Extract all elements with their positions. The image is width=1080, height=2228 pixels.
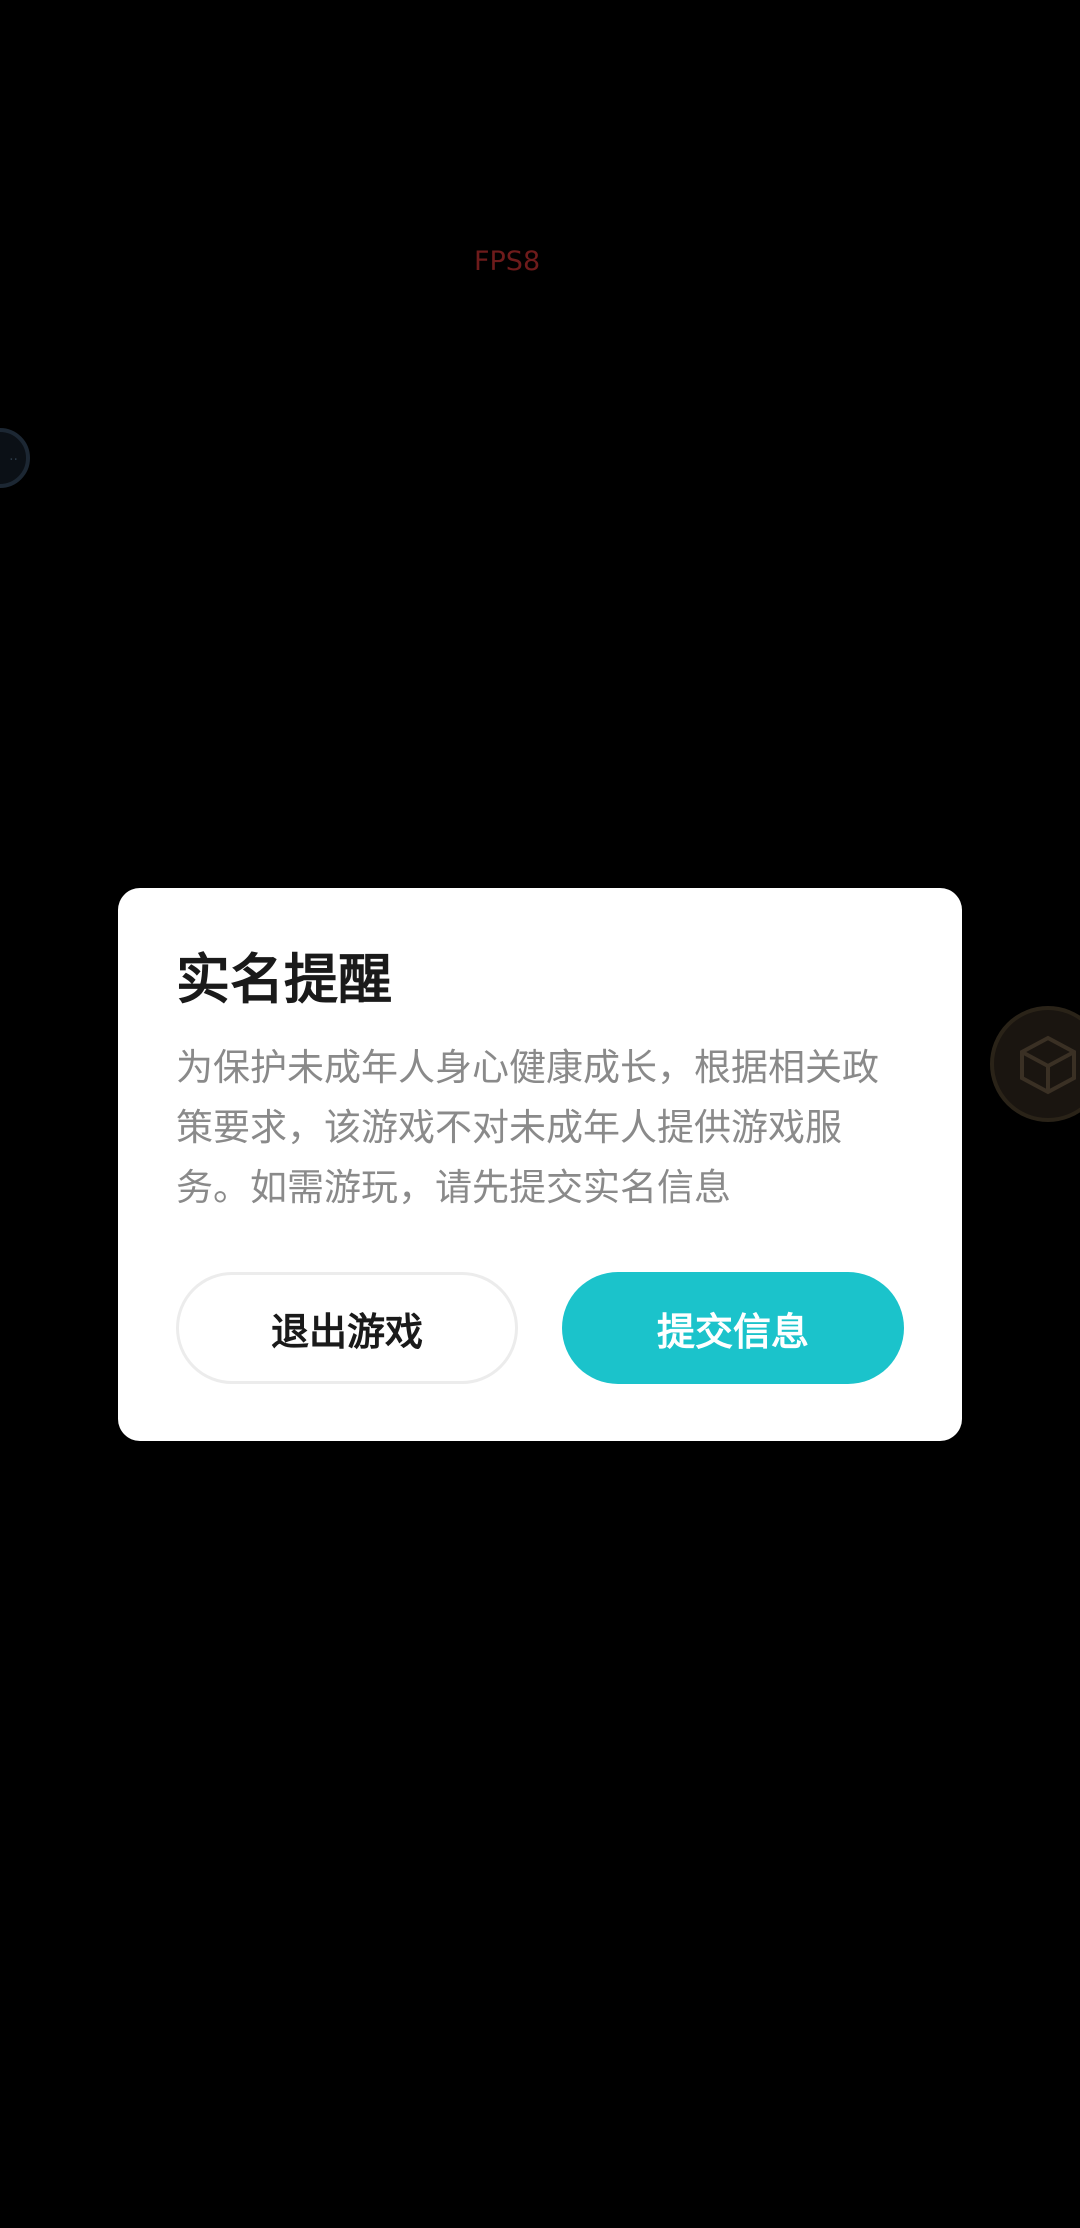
cube-glyph <box>1020 1035 1076 1095</box>
fps-counter: FPS8 <box>474 246 541 277</box>
real-name-reminder-dialog: 实名提醒 为保护未成年人身心健康成长，根据相关政策要求，该游戏不对未成年人提供游… <box>118 888 962 1441</box>
submit-info-button[interactable]: 提交信息 <box>562 1272 904 1384</box>
game-screen: FPS8 ·· 实名提醒 为保护未成年人身心健康成长，根据相关政策要求，该游戏不… <box>0 0 1080 2228</box>
dialog-message: 为保护未成年人身心健康成长，根据相关政策要求，该游戏不对未成年人提供游戏服务。如… <box>176 1046 879 1209</box>
dialog-title: 实名提醒 <box>176 948 392 1011</box>
cube-icon[interactable] <box>990 1006 1080 1122</box>
exit-game-button[interactable]: 退出游戏 <box>176 1272 518 1384</box>
floating-ball-icon[interactable]: ·· <box>0 428 30 488</box>
